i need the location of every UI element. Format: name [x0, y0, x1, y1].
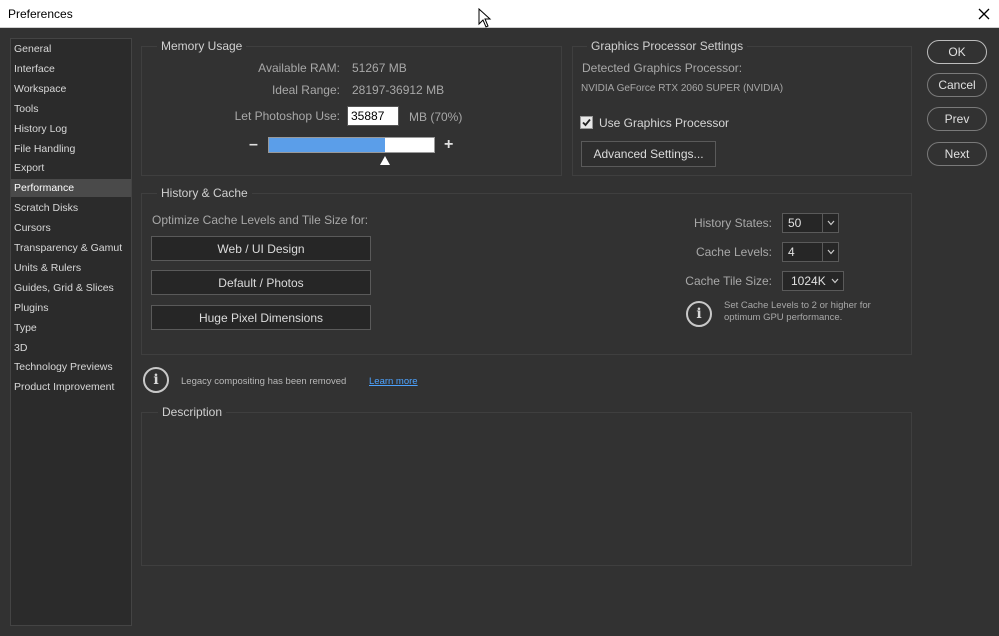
nav-item-history-log[interactable]: History Log	[11, 120, 131, 138]
memory-amount-input[interactable]: 35887	[347, 106, 399, 126]
nav-item-performance[interactable]: Performance	[11, 179, 131, 198]
window-title: Preferences	[8, 7, 73, 21]
advanced-settings-button[interactable]: Advanced Settings...	[581, 141, 716, 167]
legacy-compositing-message: Legacy compositing has been removed	[181, 376, 347, 387]
learn-more-link[interactable]: Learn more	[369, 376, 418, 387]
preset-web-ui-button[interactable]: Web / UI Design	[151, 236, 371, 261]
use-gpu-label: Use Graphics Processor	[599, 116, 730, 130]
memory-usage-title: Memory Usage	[157, 39, 247, 53]
nav-item-units-rulers[interactable]: Units & Rulers	[11, 259, 131, 277]
nav-item-guides-grid-slices[interactable]: Guides, Grid & Slices	[11, 279, 131, 297]
detected-gpu-value: NVIDIA GeForce RTX 2060 SUPER (NVIDIA)	[581, 83, 784, 94]
nav-item-workspace[interactable]: Workspace	[11, 80, 131, 98]
memory-slider-thumb[interactable]	[379, 156, 390, 165]
cache-tile-size-value: 1024K	[791, 274, 826, 288]
history-states-label: History States:	[693, 216, 772, 230]
use-gpu-checkbox[interactable]	[580, 116, 593, 129]
nav-item-type[interactable]: Type	[11, 319, 131, 337]
title-bar: Preferences	[0, 0, 999, 28]
nav-item-product-improvement[interactable]: Product Improvement	[11, 378, 131, 396]
nav-item-interface[interactable]: Interface	[11, 60, 131, 78]
checkmark-icon	[582, 118, 591, 127]
cache-levels-value: 4	[788, 245, 795, 259]
detected-gpu-label: Detected Graphics Processor:	[582, 61, 743, 75]
cancel-button[interactable]: Cancel	[927, 73, 987, 97]
gpu-cache-note-line1: Set Cache Levels to 2 or higher for	[724, 300, 871, 311]
nav-item-transparency-gamut[interactable]: Transparency & Gamut	[11, 239, 131, 257]
info-icon: i	[686, 301, 712, 327]
chevron-down-icon	[827, 220, 834, 226]
ideal-range-label: Ideal Range:	[271, 83, 340, 97]
let-photoshop-use-label: Let Photoshop Use:	[234, 109, 340, 123]
memory-amount-suffix: MB (70%)	[409, 110, 463, 124]
preset-default-photos-button[interactable]: Default / Photos	[151, 270, 371, 295]
ideal-range-value: 28197-36912 MB	[352, 83, 445, 97]
close-button[interactable]	[969, 0, 999, 28]
cache-tile-size-select[interactable]: 1024K	[782, 271, 844, 291]
nav-item-file-handling[interactable]: File Handling	[11, 140, 131, 158]
nav-item-scratch-disks[interactable]: Scratch Disks	[11, 199, 131, 217]
info-icon: i	[143, 367, 169, 393]
available-ram-label: Available RAM:	[258, 61, 340, 75]
optimize-label: Optimize Cache Levels and Tile Size for:	[152, 213, 369, 227]
preferences-nav: General Interface Workspace Tools History Lo…	[10, 38, 132, 626]
description-panel	[141, 412, 912, 566]
nav-item-plugins[interactable]: Plugins	[11, 299, 131, 317]
cache-levels-select[interactable]: 4	[782, 242, 839, 262]
ok-button[interactable]: OK	[927, 40, 987, 64]
mouse-pointer-icon	[478, 8, 492, 28]
increase-memory-button[interactable]: +	[444, 137, 453, 153]
nav-item-tools[interactable]: Tools	[11, 100, 131, 118]
cache-levels-label: Cache Levels:	[695, 245, 772, 259]
cache-tile-size-label: Cache Tile Size:	[685, 274, 772, 288]
gpu-cache-note-line2: optimum GPU performance.	[724, 312, 843, 323]
memory-slider-track[interactable]	[268, 137, 435, 153]
history-states-value: 50	[788, 216, 802, 230]
chevron-down-icon	[831, 278, 839, 284]
nav-item-technology-previews[interactable]: Technology Previews	[11, 358, 131, 376]
prev-button[interactable]: Prev	[927, 107, 987, 131]
available-ram-value: 51267 MB	[352, 61, 407, 75]
description-title: Description	[158, 405, 227, 419]
close-icon	[978, 8, 990, 20]
nav-item-cursors[interactable]: Cursors	[11, 219, 131, 237]
gpu-settings-title: Graphics Processor Settings	[587, 39, 748, 53]
nav-item-export[interactable]: Export	[11, 159, 131, 177]
decrease-memory-button[interactable]: –	[249, 137, 258, 153]
nav-item-general[interactable]: General	[11, 40, 131, 58]
next-button[interactable]: Next	[927, 142, 987, 166]
history-cache-title: History & Cache	[157, 186, 252, 200]
history-states-select[interactable]: 50	[782, 213, 839, 233]
nav-item-3d[interactable]: 3D	[11, 339, 131, 357]
preset-huge-pixel-button[interactable]: Huge Pixel Dimensions	[151, 305, 371, 330]
chevron-down-icon	[827, 249, 834, 255]
memory-slider-fill	[269, 138, 385, 152]
